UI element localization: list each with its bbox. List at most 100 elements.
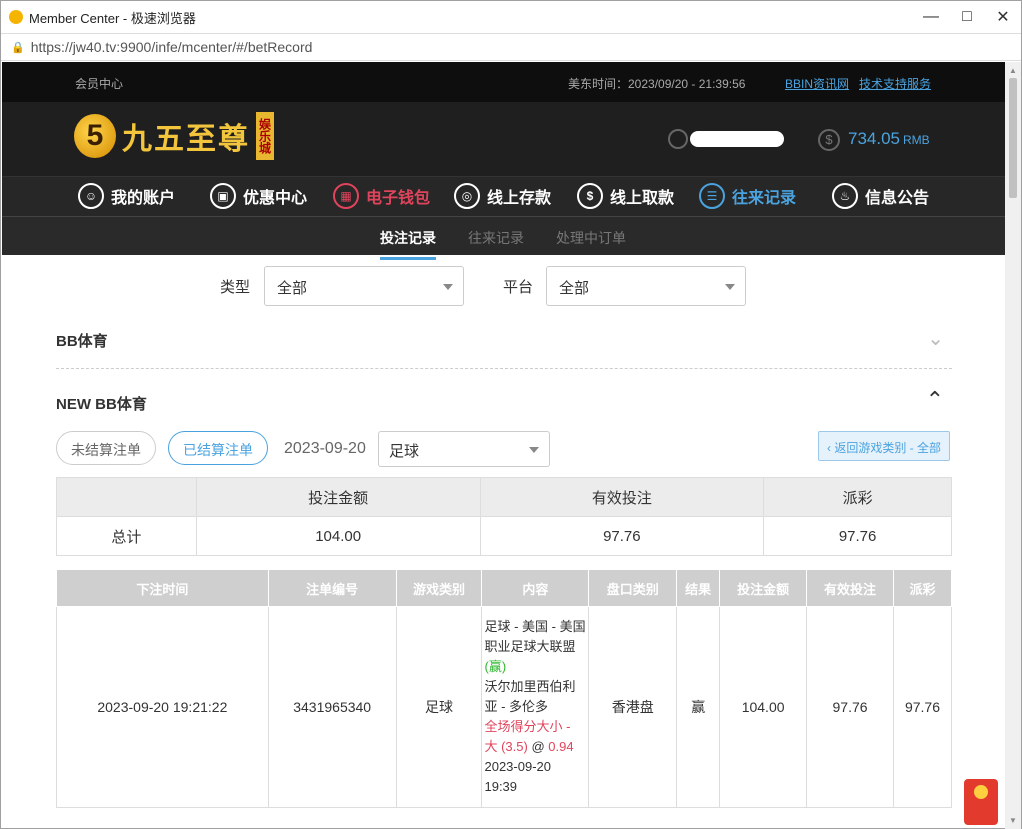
sport-select-value: 足球: [389, 443, 420, 460]
content-match: 沃尔加里西伯利亚 - 多伦多: [484, 679, 576, 714]
tab-pending-orders[interactable]: 处理中订单: [556, 228, 626, 248]
section-title: NEW BB体育: [56, 396, 147, 413]
balance: 734.05 RMB: [848, 129, 930, 149]
column-header: 投注金额: [719, 569, 808, 607]
nav-label: 线上取款: [610, 190, 675, 207]
summary-header: 有效投注: [479, 477, 765, 517]
section-bb-sports[interactable]: BB体育 ⌄: [56, 328, 952, 351]
site-logo[interactable]: 5 九五至尊 娱乐城: [74, 112, 274, 160]
chevron-down-icon[interactable]: ⌄: [927, 326, 944, 351]
caret-down-icon: [725, 284, 735, 290]
platform-select[interactable]: 全部: [546, 266, 746, 306]
withdraw-icon: $: [577, 183, 603, 209]
caret-down-icon: [443, 284, 453, 290]
bet-time: 2023-09-20 19:21:22: [56, 606, 269, 808]
bet-category: 足球: [395, 606, 483, 808]
nav-promotions[interactable]: ▣ 优惠中心: [210, 183, 307, 209]
column-header: 结果: [676, 569, 721, 607]
type-label: 类型: [220, 279, 251, 296]
site-header: 5 九五至尊 娱乐城 $ 734.05 RMB: [2, 102, 1005, 176]
nav-label: 电子钱包: [366, 190, 431, 207]
username-redacted: [690, 131, 784, 147]
back-to-categories-button[interactable]: ‹ 返回游戏类别 - 全部: [818, 431, 950, 461]
nav-records[interactable]: ☰ 往来记录: [699, 183, 796, 209]
nav-label: 线上存款: [487, 190, 552, 207]
section-divider: [56, 368, 952, 369]
user-icon: [668, 129, 688, 149]
url-text[interactable]: https://jw40.tv:9900/infe/mcenter/#/betR…: [31, 39, 313, 55]
user-icon: ☺: [78, 183, 104, 209]
nav-deposit[interactable]: ◎ 线上存款: [454, 183, 551, 209]
bet-payout: 97.76: [892, 606, 953, 808]
tab-transactions[interactable]: 往来记录: [468, 228, 524, 248]
summary-table: 投注金额 有效投注 派彩 总计 104.00 97.76 97.76: [56, 477, 952, 556]
settled-button[interactable]: 已结算注单: [168, 431, 268, 465]
bet-result: 赢: [676, 606, 721, 808]
lock-icon: 🔒: [11, 41, 25, 54]
est-time: 美东时间：2023/09/20 - 21:39:56: [568, 77, 746, 91]
summary-cell: 97.76: [479, 516, 765, 556]
section-title: BB体育: [56, 333, 108, 350]
type-select[interactable]: 全部: [264, 266, 464, 306]
address-bar[interactable]: 🔒 https://jw40.tv:9900/infe/mcenter/#/be…: [1, 33, 1021, 61]
maximize-button[interactable]: □: [949, 1, 985, 33]
nav-label: 往来记录: [732, 190, 797, 207]
window-title: Member Center - 极速浏览器: [29, 10, 196, 26]
logo-name: 九五至尊: [122, 122, 250, 157]
coin-icon: [974, 785, 988, 799]
content-odds: 0.94: [548, 739, 574, 754]
close-button[interactable]: ✕: [985, 1, 1021, 33]
nav-e-wallet[interactable]: ▦ 电子钱包: [333, 183, 430, 209]
bet-content: 足球 - 美国 - 美国职业足球大联盟 (赢) 沃尔加里西伯利亚 - 多伦多 全…: [481, 606, 590, 808]
bet-id: 3431965340: [267, 606, 397, 808]
bet-valid: 97.76: [806, 606, 894, 808]
sport-select[interactable]: 足球: [378, 431, 550, 467]
top-strip: 会员中心 美东时间：2023/09/20 - 21:39:56 BBIN资讯网 …: [2, 62, 1005, 102]
summary-cell: 97.76: [763, 516, 952, 556]
nav-withdraw[interactable]: $ 线上取款: [577, 183, 674, 209]
title-bar: Member Center - 极速浏览器 — □ ✕: [1, 1, 1021, 33]
bet-market: 香港盘: [588, 606, 678, 808]
section-new-bb-sports[interactable]: NEW BB体育 ⌃: [56, 387, 952, 414]
platform-select-value: 全部: [559, 280, 590, 297]
content-at: @: [531, 739, 545, 754]
wallet-icon: ▦: [333, 183, 359, 209]
record-icon: ☰: [699, 183, 725, 209]
summary-cell: 总计: [56, 516, 197, 556]
member-center-label: 会员中心: [75, 77, 124, 91]
bet-amount: 104.00: [719, 606, 808, 808]
scroll-down-icon[interactable]: ▼: [1009, 816, 1017, 825]
bet-detail-table: 下注时间 注单编号 游戏类别 内容 盘口类别 结果 投注金额 有效投注 派彩 2…: [56, 569, 953, 808]
column-header: 内容: [481, 569, 590, 607]
caret-down-icon: [529, 447, 539, 453]
type-select-value: 全部: [277, 280, 308, 297]
browser-logo-icon: [9, 10, 23, 24]
content-league: 足球 - 美国 - 美国职业足球大联盟: [484, 619, 586, 654]
nav-my-account[interactable]: ☺ 我的账户: [78, 183, 175, 209]
nav-label: 优惠中心: [243, 190, 308, 207]
balance-unit: RMB: [903, 133, 930, 147]
bbin-news-link[interactable]: BBIN资讯网: [785, 75, 849, 92]
scroll-up-icon[interactable]: ▲: [1009, 66, 1017, 75]
tab-bet-records[interactable]: 投注记录: [380, 228, 436, 260]
nav-announcements[interactable]: ♨ 信息公告: [832, 183, 929, 209]
column-header: 下注时间: [56, 569, 269, 607]
summary-header: 派彩: [763, 477, 952, 517]
vertical-scrollbar[interactable]: ▲ ▼: [1005, 62, 1021, 829]
scroll-thumb[interactable]: [1009, 78, 1017, 198]
chevron-up-icon[interactable]: ⌃: [926, 387, 944, 413]
support-link[interactable]: 技术支持服务: [859, 75, 931, 92]
unsettled-button[interactable]: 未结算注单: [56, 431, 156, 465]
red-envelope-icon[interactable]: [964, 779, 998, 825]
balance-amount: 734.05: [848, 129, 900, 148]
table-row: 2023-09-20 19:21:22 3431965340 足球 足球 - 美…: [56, 606, 953, 808]
summary-header: [56, 477, 197, 517]
date-picker[interactable]: 2023-09-20: [284, 440, 366, 458]
column-header: 注单编号: [267, 569, 397, 607]
browser-window: Member Center - 极速浏览器 — □ ✕ 🔒 https://jw…: [0, 0, 1022, 829]
main-nav: ☺ 我的账户 ▣ 优惠中心 ▦ 电子钱包 ◎ 线上存款 $ 线上取款 ☰ 往来记…: [2, 176, 1005, 216]
summary-header: 投注金额: [195, 477, 481, 517]
minimize-button[interactable]: —: [913, 1, 949, 33]
column-header: 盘口类别: [588, 569, 678, 607]
summary-cell: 104.00: [195, 516, 481, 556]
